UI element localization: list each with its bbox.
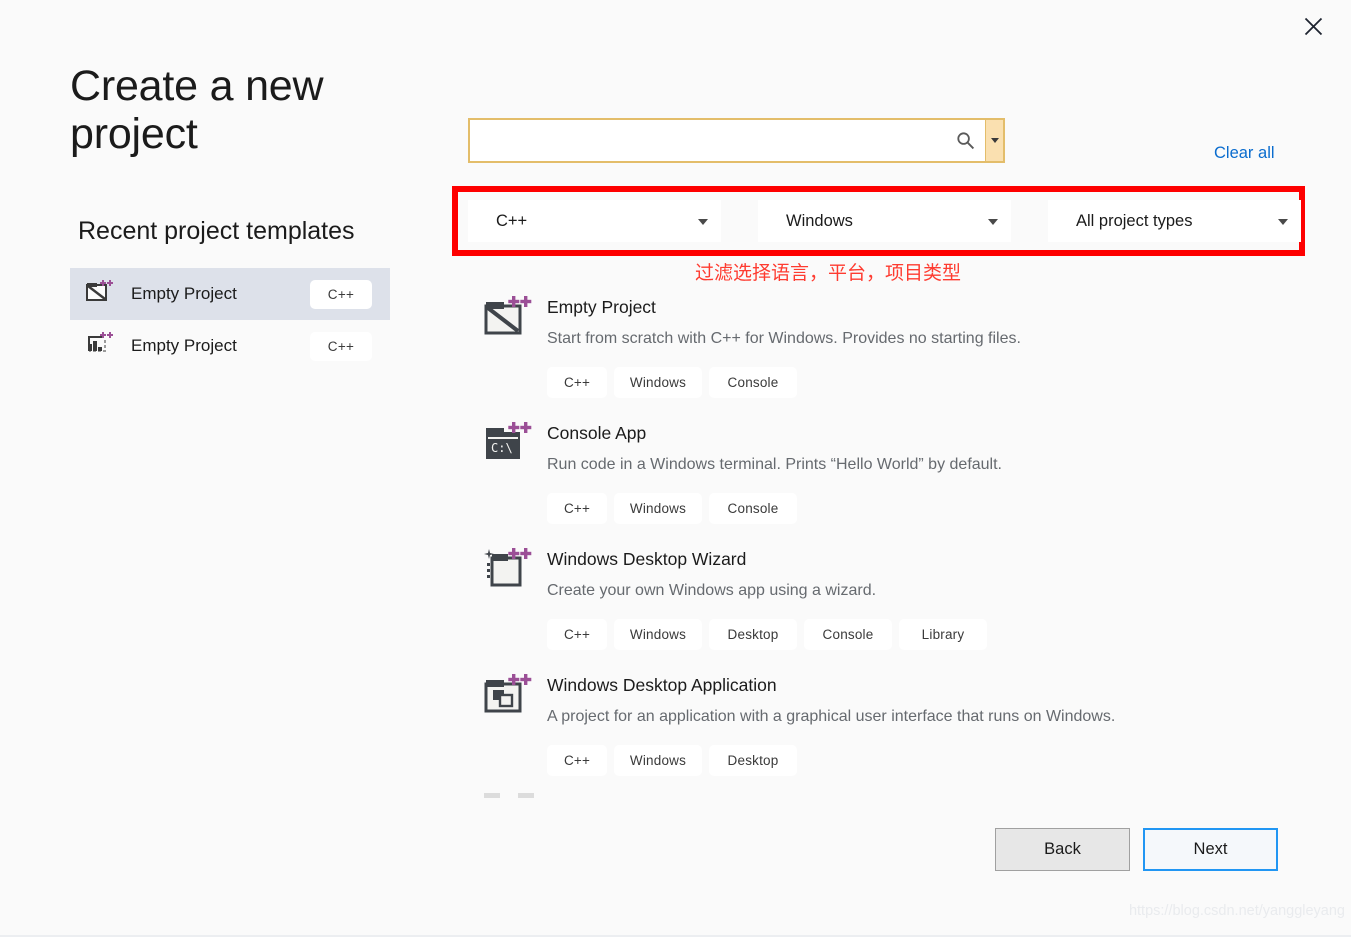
template-tag: Console (709, 367, 797, 398)
template-body: Empty Project Start from scratch with C+… (536, 291, 1021, 408)
console-app-icon: C:\ (484, 421, 536, 473)
filters-row: C++ Windows All project types (468, 200, 1301, 242)
clipped-tag-fragment (518, 793, 535, 798)
template-list: Empty Project Start from scratch with C+… (484, 282, 1284, 794)
recent-templates-list: Empty Project C++ Empty Project C++ (70, 268, 430, 372)
filter-language-value: C++ (496, 211, 528, 230)
template-description: Run code in a Windows terminal. Prints “… (547, 456, 1002, 473)
empty-project-icon (484, 295, 536, 347)
template-tag: Desktop (709, 745, 797, 776)
chevron-down-icon (698, 219, 708, 225)
clear-all-link[interactable]: Clear all (1214, 144, 1275, 163)
template-body: Windows Desktop Application A project fo… (536, 669, 1115, 786)
close-icon (1304, 17, 1323, 36)
template-item[interactable]: Empty Project Start from scratch with C+… (484, 282, 1284, 408)
next-button[interactable]: Next (1143, 828, 1278, 871)
template-description: A project for an application with a grap… (547, 708, 1116, 725)
recent-item-empty-project-1[interactable]: Empty Project C++ (70, 268, 390, 321)
filter-language-select[interactable]: C++ (468, 200, 721, 242)
template-tag: Windows (614, 619, 702, 650)
empty-project-lib-icon (86, 331, 114, 362)
desktop-application-icon (484, 673, 536, 725)
filter-platform-select[interactable]: Windows (758, 200, 1011, 242)
search-dropdown-button[interactable] (985, 120, 1003, 161)
search-row (468, 118, 1005, 163)
template-name: Console App (547, 423, 647, 443)
recent-item-label: Empty Project (131, 284, 237, 304)
watermark: https://blog.csdn.net/yanggleyang (1128, 903, 1345, 919)
filter-platform-value: Windows (786, 211, 853, 230)
filters-annotation-text: 过滤选择语言，平台，项目类型 (695, 262, 962, 284)
close-button[interactable] (1291, 6, 1335, 46)
template-item[interactable]: Windows Desktop Application A project fo… (484, 660, 1284, 786)
template-name: Empty Project (547, 297, 656, 317)
template-tag: C++ (547, 745, 607, 776)
template-tags: C++ Windows Console (547, 367, 1021, 398)
template-tag: C++ (547, 367, 607, 398)
empty-project-icon (86, 279, 114, 310)
desktop-wizard-icon (484, 547, 536, 599)
filter-project-type-select[interactable]: All project types (1048, 200, 1301, 242)
template-tag: Library (899, 619, 987, 650)
svg-text:C:\: C:\ (491, 441, 513, 455)
template-description: Create your own Windows app using a wiza… (547, 582, 877, 599)
template-tag: Console (804, 619, 892, 650)
template-tag: Desktop (709, 619, 797, 650)
create-new-project-dialog: Create a new project Recent project temp… (0, 0, 1351, 937)
chevron-down-icon (1278, 219, 1288, 225)
recent-item-badge: C++ (310, 279, 372, 309)
template-body: Console App Run code in a Windows termin… (536, 417, 1002, 534)
template-tag: Windows (614, 493, 702, 524)
template-name: Windows Desktop Wizard (547, 549, 747, 569)
footer-buttons: Back Next (995, 828, 1278, 871)
recent-item-badge: C++ (310, 331, 372, 361)
template-tag: C++ (547, 619, 607, 650)
template-tags: C++ Windows Desktop Console Library (547, 619, 987, 650)
chevron-down-icon (990, 138, 999, 143)
search-icon[interactable] (945, 120, 985, 161)
template-list-clipped-row (484, 788, 784, 798)
template-tag: Windows (614, 745, 702, 776)
template-tag: C++ (547, 493, 607, 524)
chevron-down-icon (988, 219, 998, 225)
recent-item-label: Empty Project (131, 336, 237, 356)
template-item[interactable]: Windows Desktop Wizard Create your own W… (484, 534, 1284, 660)
template-description: Start from scratch with C++ for Windows.… (547, 330, 1021, 347)
back-button[interactable]: Back (995, 828, 1130, 871)
filter-project-type-value: All project types (1076, 211, 1193, 230)
recent-item-empty-project-2[interactable]: Empty Project C++ (70, 320, 390, 372)
left-panel: Create a new project Recent project temp… (70, 62, 430, 372)
page-title: Create a new project (70, 62, 324, 159)
template-tag: Windows (614, 367, 702, 398)
template-body: Windows Desktop Wizard Create your own W… (536, 543, 987, 660)
template-tag: Console (709, 493, 797, 524)
search-input[interactable] (470, 120, 945, 161)
template-tags: C++ Windows Desktop (547, 745, 1115, 776)
search-box[interactable] (468, 118, 1005, 163)
template-item[interactable]: C:\ Console App Run code in a Windows te… (484, 408, 1284, 534)
clipped-tag-fragment (484, 793, 500, 798)
recent-templates-heading: Recent project templates (78, 217, 355, 246)
template-name: Windows Desktop Application (547, 675, 777, 695)
template-tags: C++ Windows Console (547, 493, 1002, 524)
